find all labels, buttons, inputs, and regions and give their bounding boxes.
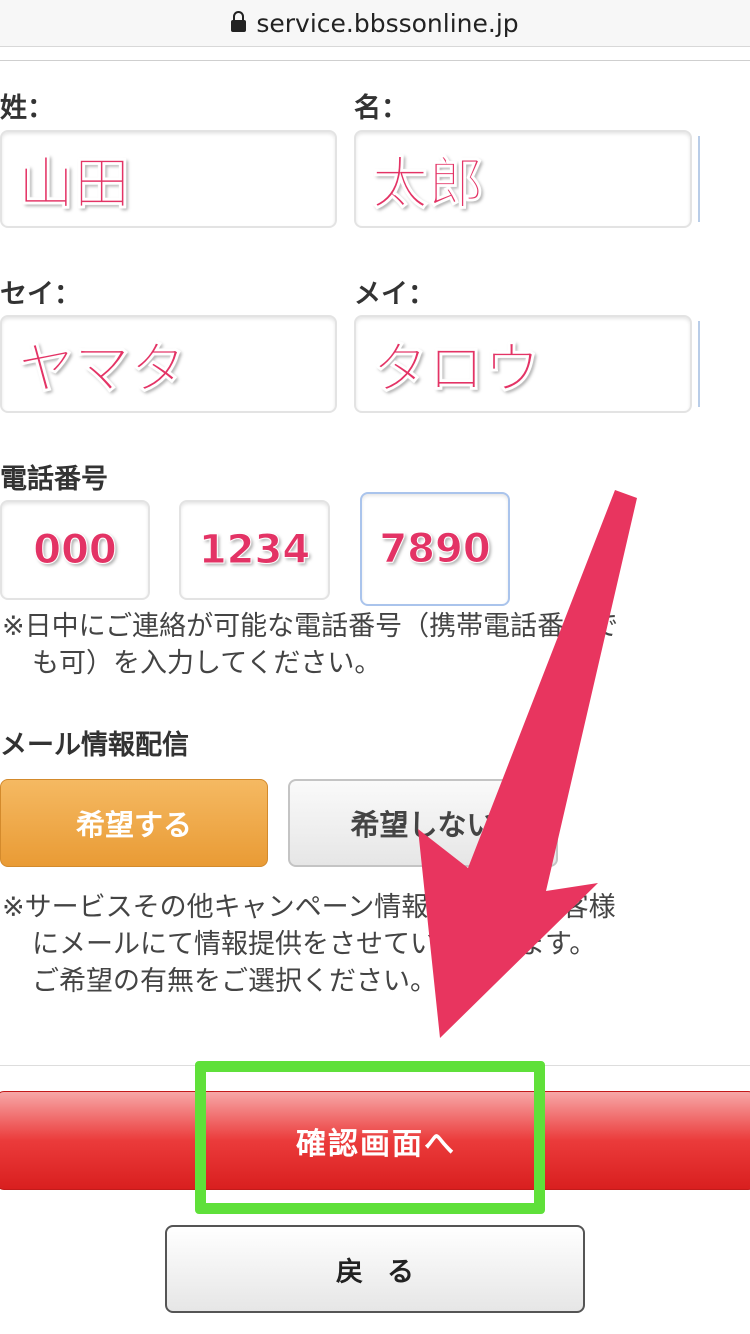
confirm-button[interactable]: 確認画面へ — [0, 1091, 750, 1190]
phone-note: ※日中にご連絡が可能な電話番号（携帯電話番号で も可）を入力してください。 — [2, 611, 619, 679]
last-name-kana-input[interactable] — [0, 315, 337, 413]
lock-icon — [231, 11, 247, 32]
phone-part3-input[interactable] — [360, 492, 510, 606]
first-name-kana-input[interactable] — [354, 315, 692, 413]
phone-part1-input[interactable] — [0, 500, 150, 600]
phone-label: 電話番号 — [0, 464, 108, 495]
last-name-label: 姓： — [0, 93, 54, 124]
field-edge — [698, 321, 700, 407]
browser-address-bar[interactable]: service.bbssonline.jp — [0, 0, 750, 47]
divider — [0, 60, 750, 61]
mail-no-hope-button[interactable]: 希望しない — [288, 779, 558, 867]
field-edge — [698, 136, 700, 222]
first-name-kana-label: メイ： — [354, 279, 435, 310]
mail-hope-button[interactable]: 希望する — [0, 779, 268, 867]
last-name-kana-label: セイ： — [0, 279, 81, 310]
first-name-label: 名： — [354, 93, 408, 124]
first-name-input[interactable] — [354, 130, 692, 228]
back-button[interactable]: 戻る — [165, 1225, 585, 1313]
url-text: service.bbssonline.jp — [256, 8, 519, 38]
phone-part2-input[interactable] — [179, 500, 330, 600]
divider — [0, 1065, 750, 1066]
mail-note: ※サービスその他キャンペーン情報についてお客様 にメールにて情報提供をさせていた… — [2, 892, 616, 997]
mail-delivery-label: メール情報配信 — [0, 730, 189, 761]
last-name-input[interactable] — [0, 130, 337, 228]
